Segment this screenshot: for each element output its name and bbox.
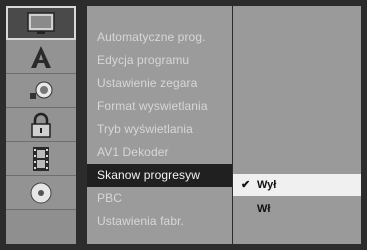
option-on[interactable]: Wł — [233, 198, 361, 220]
check-icon: ✔ — [241, 179, 251, 191]
menu-item-progressive-scan[interactable]: Skanow progresyw — [87, 164, 232, 187]
options-panel: ✔ Wył Wł — [233, 6, 361, 244]
menu-item-clock-setting[interactable]: Ustawienie zegara — [87, 72, 232, 95]
menu-item-program-edit[interactable]: Edycja programu — [87, 49, 232, 72]
tab-audio[interactable] — [6, 74, 76, 108]
film-strip-icon — [33, 146, 49, 171]
menu-item-pbc[interactable]: PBC — [87, 187, 232, 210]
option-off-label: Wył — [257, 179, 277, 191]
option-on-label: Wł — [257, 203, 271, 215]
tab-display[interactable] — [6, 6, 76, 40]
menu-item-av1-decoder[interactable]: AV1 Dekoder — [87, 141, 232, 164]
speaker-icon — [30, 81, 53, 99]
tab-lock[interactable] — [6, 108, 76, 142]
tab-language[interactable] — [6, 40, 76, 74]
tab-disc[interactable] — [6, 176, 76, 210]
menu-item-display-mode[interactable]: Tryb wyświetlania — [87, 118, 232, 141]
option-off[interactable]: ✔ Wył — [233, 174, 361, 196]
menu-item-display-format[interactable]: Format wyswietlania — [87, 95, 232, 118]
setup-menu: Automatyczne prog. Edycja programu Ustaw… — [87, 6, 232, 244]
disc-icon — [30, 182, 52, 203]
tab-recording[interactable] — [6, 142, 76, 176]
monitor-icon — [27, 12, 55, 34]
menu-item-factory-settings[interactable]: Ustawienia fabr. — [87, 210, 232, 233]
menu-item-auto-programming[interactable]: Automatyczne prog. — [87, 26, 232, 49]
letter-a-icon — [31, 45, 51, 68]
setup-tabs — [6, 6, 76, 244]
padlock-icon — [31, 112, 51, 138]
